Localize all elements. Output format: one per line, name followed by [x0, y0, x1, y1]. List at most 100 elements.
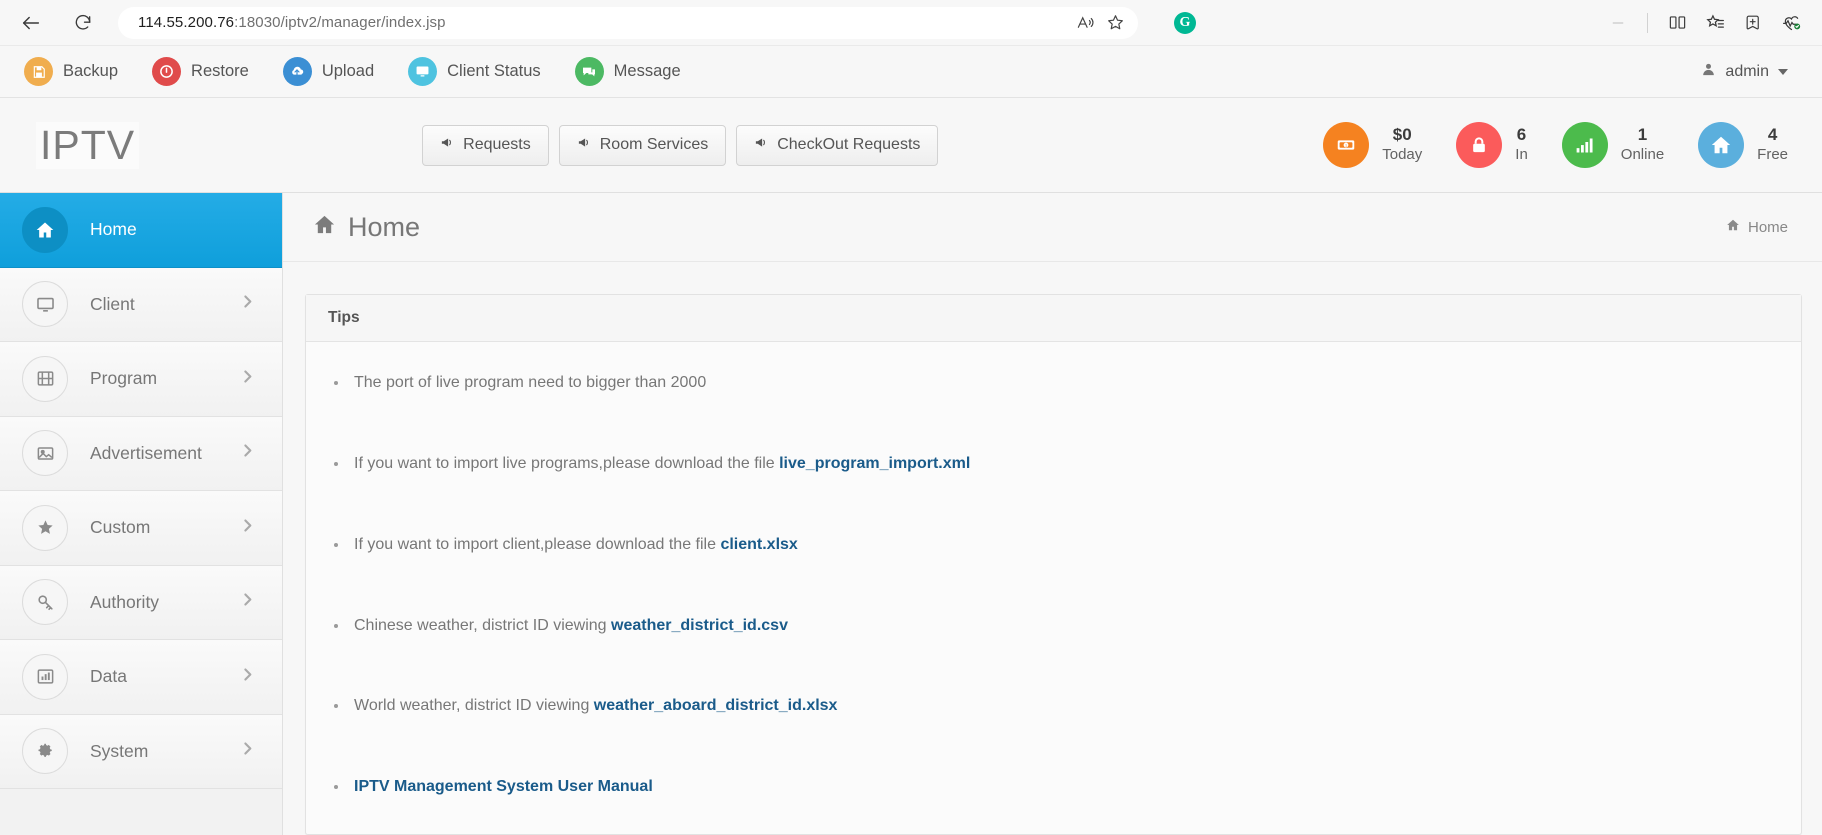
nav-item-client-status[interactable]: Client Status [408, 57, 541, 86]
address-bar[interactable]: 114.55.200.76:18030/iptv2/manager/index.… [118, 7, 1138, 39]
sidebar-item-label: System [90, 741, 148, 762]
extension-badge-icon[interactable]: G [1174, 12, 1196, 34]
split-screen-icon[interactable] [1660, 6, 1694, 40]
breadcrumb-label: Home [1748, 219, 1788, 236]
nav-label: Restore [191, 62, 249, 81]
tips-panel-body: The port of live program need to bigger … [306, 342, 1801, 834]
sidebar: Home Client Program Advertisement [0, 193, 283, 835]
back-arrow-icon[interactable] [14, 6, 48, 40]
sidebar-item-home[interactable]: Home [0, 193, 282, 268]
sidebar-item-authority[interactable]: Authority [0, 566, 282, 641]
stat-in[interactable]: 6 In [1456, 122, 1528, 168]
app-body: Home Client Program Advertisement [0, 193, 1822, 835]
tip-link-live-program-import[interactable]: live_program_import.xml [779, 455, 970, 472]
toolbar-divider [1647, 13, 1648, 33]
home-icon [22, 207, 68, 253]
tip-link-weather-district-id[interactable]: weather_district_id.csv [611, 617, 788, 634]
user-menu[interactable]: admin [1701, 62, 1794, 82]
browser-essentials-icon[interactable] [1774, 6, 1808, 40]
chevron-right-icon [239, 368, 256, 390]
browser-toolbar: 114.55.200.76:18030/iptv2/manager/index.… [0, 0, 1822, 46]
collections-icon[interactable] [1736, 6, 1770, 40]
star-icon [22, 505, 68, 551]
button-label: Room Services [600, 136, 708, 154]
stat-label: Online [1621, 146, 1664, 164]
stat-online[interactable]: 1 Online [1562, 122, 1664, 168]
button-label: CheckOut Requests [777, 136, 920, 154]
nav-item-restore[interactable]: Restore [152, 57, 249, 86]
nav-label: Message [614, 62, 681, 81]
app-top-nav: Backup Restore Upload Client Status Mess… [0, 46, 1822, 98]
tip-link-weather-aboard-district-id[interactable]: weather_aboard_district_id.xlsx [594, 697, 838, 714]
image-icon [22, 430, 68, 476]
sidebar-item-client[interactable]: Client [0, 268, 282, 343]
chevron-right-icon [239, 740, 256, 762]
stat-label: Free [1757, 146, 1788, 164]
megaphone-icon [754, 135, 769, 155]
tip-text: The port of live program need to bigger … [354, 374, 706, 391]
read-aloud-icon[interactable] [1070, 9, 1100, 37]
nav-label: Client Status [447, 62, 541, 81]
sidebar-item-label: Authority [90, 592, 159, 613]
main-content: Home Home Tips The port of live program … [283, 193, 1822, 835]
chevron-down-icon [1778, 69, 1788, 75]
refresh-icon[interactable] [66, 6, 100, 40]
floppy-save-icon [24, 57, 53, 86]
nav-label: Backup [63, 62, 118, 81]
page-header: Home Home [283, 193, 1822, 262]
home-icon [1726, 218, 1740, 236]
app-header: IPTV Requests Room Services CheckOut Req… [0, 98, 1822, 193]
star-icon[interactable] [1100, 9, 1130, 37]
bar-chart-icon [22, 654, 68, 700]
button-label: Requests [463, 136, 531, 154]
tips-panel-title: Tips [306, 295, 1801, 342]
megaphone-icon [577, 135, 592, 155]
requests-button[interactable]: Requests [422, 125, 549, 166]
nav-item-backup[interactable]: Backup [24, 57, 118, 86]
tip-link-user-manual[interactable]: IPTV Management System User Manual [354, 778, 653, 795]
chevron-right-icon [239, 517, 256, 539]
sidebar-item-system[interactable]: System [0, 715, 282, 790]
money-bill-icon: 1 [1323, 122, 1369, 168]
minimize-icon[interactable] [1601, 6, 1635, 40]
favorites-list-icon[interactable] [1698, 6, 1732, 40]
sidebar-item-label: Client [90, 294, 135, 315]
room-services-button[interactable]: Room Services [559, 125, 726, 166]
nav-label: Upload [322, 62, 374, 81]
sidebar-item-label: Home [90, 219, 137, 240]
page-title-text: Home [348, 212, 420, 243]
tip-link-client-xlsx[interactable]: client.xlsx [720, 536, 797, 553]
sidebar-item-label: Data [90, 666, 127, 687]
sidebar-item-data[interactable]: Data [0, 640, 282, 715]
user-icon [1701, 62, 1716, 82]
film-icon [22, 356, 68, 402]
tips-list: The port of live program need to bigger … [328, 373, 1779, 798]
list-item: The port of live program need to bigger … [328, 373, 1779, 394]
list-item: If you want to import client,please down… [328, 535, 1779, 556]
sidebar-item-custom[interactable]: Custom [0, 491, 282, 566]
tip-text: World weather, district ID viewing [354, 697, 594, 714]
tip-text: If you want to import client,please down… [354, 536, 720, 553]
cloud-upload-icon [283, 57, 312, 86]
list-item: IPTV Management System User Manual [328, 777, 1779, 798]
sidebar-item-label: Custom [90, 517, 150, 538]
stat-value: 1 [1621, 125, 1664, 146]
checkout-requests-button[interactable]: CheckOut Requests [736, 125, 938, 166]
stat-value: 4 [1757, 125, 1788, 146]
chevron-right-icon [239, 442, 256, 464]
chevron-right-icon [239, 591, 256, 613]
monitor-icon [408, 57, 437, 86]
list-item: If you want to import live programs,plea… [328, 454, 1779, 475]
stat-today[interactable]: 1 $0 Today [1323, 122, 1422, 168]
lock-icon [1456, 122, 1502, 168]
monitor-icon [22, 281, 68, 327]
nav-item-message[interactable]: Message [575, 57, 681, 86]
nav-item-upload[interactable]: Upload [283, 57, 374, 86]
sidebar-item-advertisement[interactable]: Advertisement [0, 417, 282, 492]
user-name: admin [1725, 63, 1769, 81]
megaphone-icon [440, 135, 455, 155]
chat-bubble-icon [575, 57, 604, 86]
sidebar-item-program[interactable]: Program [0, 342, 282, 417]
stat-free[interactable]: 4 Free [1698, 122, 1788, 168]
tips-panel: Tips The port of live program need to bi… [305, 294, 1802, 835]
